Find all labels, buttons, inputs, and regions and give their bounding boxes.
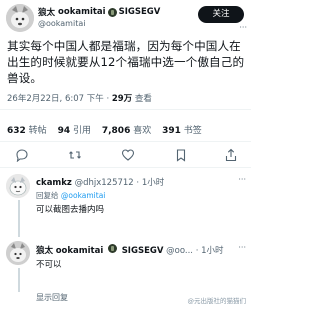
watermark: @元出版社的猫猫们 [185, 294, 248, 306]
bookmark-icon[interactable] [174, 148, 188, 162]
grenade-emoji-icon [107, 7, 117, 17]
reply-icon[interactable] [15, 148, 29, 162]
divider [0, 167, 251, 168]
reply-avatar[interactable] [6, 174, 30, 198]
author-name-latin: ookamitai [58, 7, 106, 17]
author-handle[interactable]: @ookamitai [38, 19, 85, 28]
divider [0, 141, 251, 142]
reply-text: 不可以 [36, 260, 62, 270]
like-icon[interactable] [121, 148, 135, 162]
reply-time[interactable]: 1小时 [201, 246, 223, 256]
author-name[interactable]: 狼太 ookamitai SIGSEGV [38, 6, 160, 18]
reply-text: 可以截图去播内吗 [36, 205, 105, 215]
tweet-time[interactable]: 26年2月22日, 6:07 下午 [7, 94, 104, 104]
reply-to-handle[interactable]: @ookamitai [61, 191, 106, 200]
engagement-stats: 632 转帖 94 引用 7,806 喜欢 391 书签 [7, 123, 202, 136]
thread-connector [18, 200, 20, 237]
author-name-suffix: SIGSEGV [118, 7, 161, 17]
reply-dot: · [136, 178, 140, 188]
author-avatar[interactable] [6, 4, 34, 32]
reply-time[interactable]: 1小时 [142, 178, 164, 188]
share-icon[interactable] [224, 148, 238, 162]
stat-quotes[interactable]: 94 引用 [58, 126, 91, 136]
repost-icon[interactable] [68, 148, 82, 162]
reply-to-prefix: 回复给 [36, 191, 59, 200]
follow-button[interactable]: 关注 [198, 6, 244, 23]
tweet-meta: 26年2月22日, 6:07 下午 · 29万 查看 [7, 92, 152, 104]
reply-more-icon[interactable]: ··· [238, 243, 246, 252]
stat-bookmarks[interactable]: 391 书签 [162, 126, 202, 136]
reply-display-name: ckamkz [36, 178, 72, 188]
reply-display-name: 狼太 [36, 246, 54, 256]
reply-author[interactable]: ckamkz @dhjx125712 · 1小时 [36, 176, 164, 188]
tweet-detail-page: 狼太 ookamitai SIGSEGV @ookamitai 关注 ··· 其… [0, 0, 251, 309]
reply-handle: @oo... [166, 246, 193, 256]
tweet-text: 其实每个中国人都是福瑞，因为每个中国人在出生的时候就要从12个福瑞中选一个傲自己… [7, 39, 245, 85]
reply-name-latin: ookamitai [55, 246, 104, 256]
divider [0, 109, 251, 110]
show-replies-link[interactable]: 显示回复 [36, 292, 68, 303]
author-display-name: 狼太 [38, 8, 56, 18]
reply-avatar[interactable] [6, 241, 30, 265]
action-bar [0, 143, 251, 166]
stat-reposts[interactable]: 632 转帖 [7, 126, 47, 136]
reply-name-suffix: SIGSEGV [121, 246, 164, 256]
meta-dot: · [106, 94, 110, 104]
reply-to-line: 回复给 @ookamitai [36, 190, 105, 201]
views-count: 29万 [111, 94, 133, 104]
more-options-icon[interactable]: ··· [239, 23, 247, 32]
reply-author[interactable]: 狼太 ookamitai SIGSEGV @oo... · 1小时 [36, 244, 224, 256]
reply-handle: @dhjx125712 [74, 178, 134, 188]
grenade-emoji-icon [107, 244, 117, 253]
stat-likes[interactable]: 7,806 喜欢 [102, 126, 151, 136]
views-label: 查看 [134, 94, 152, 104]
reply-dot: · [195, 246, 199, 256]
thread-connector [18, 268, 20, 292]
reply-more-icon[interactable]: ··· [238, 175, 246, 184]
